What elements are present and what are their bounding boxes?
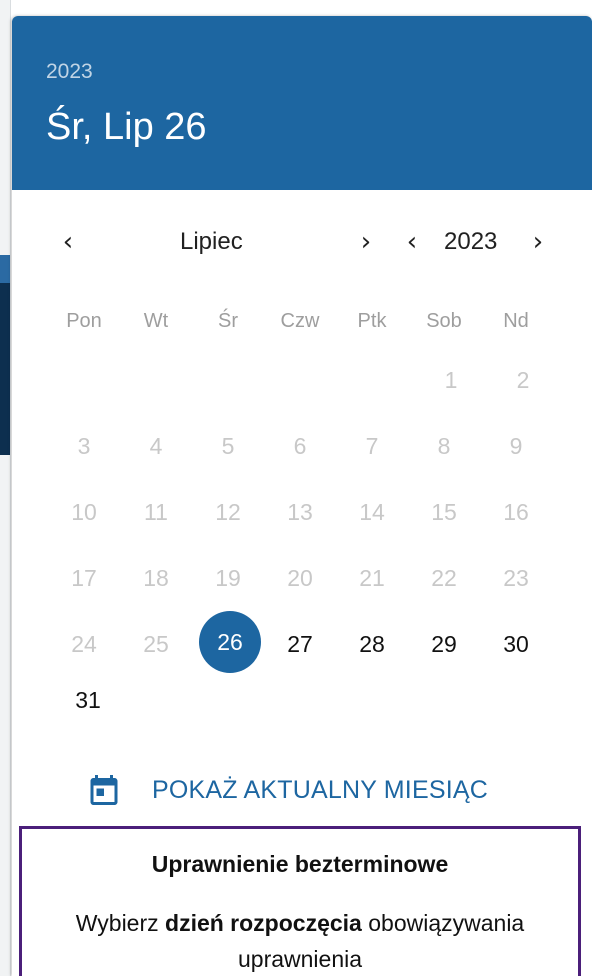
weekday-header: Nd — [503, 310, 529, 332]
calendar-day-disabled: 18 — [143, 564, 169, 591]
calendar-day[interactable]: 29 — [415, 615, 473, 673]
calendar-day-disabled: 7 — [365, 432, 379, 459]
calendar-day-disabled: 20 — [287, 564, 313, 591]
next-month-button[interactable]: › — [348, 224, 384, 260]
calendar-day-disabled: 12 — [215, 498, 241, 525]
calendar-day-disabled: 24 — [71, 630, 97, 657]
info-body: Wybierz dzień rozpoczęcia obowiązywania … — [32, 905, 568, 976]
chevron-left-icon: ‹ — [62, 227, 74, 257]
calendar-day-disabled: 21 — [359, 564, 385, 591]
info-title: Uprawnienie bezterminowe — [151, 851, 449, 877]
calendar-day-disabled: 15 — [431, 498, 457, 525]
chevron-left-icon: ‹ — [406, 227, 418, 257]
calendar-day-disabled: 14 — [359, 498, 385, 525]
calendar-day-disabled: 1 — [444, 366, 458, 393]
header-year[interactable]: 2023 — [46, 60, 93, 84]
header-selected-date[interactable]: Śr, Lip 26 — [46, 106, 207, 149]
info-body-bold: dzień rozpoczęcia — [165, 910, 362, 936]
calendar-icon — [90, 775, 118, 805]
weekday-header: Pon — [66, 310, 102, 332]
background-accent — [0, 255, 10, 283]
calendar-day-disabled: 16 — [503, 498, 529, 525]
calendar-day-disabled: 8 — [437, 432, 451, 459]
page: 2023 Śr, Lip 26 ‹ Lipiec › ‹ 2023 › Pon … — [0, 0, 592, 976]
calendar-day-disabled: 13 — [287, 498, 313, 525]
calendar-day[interactable]: 28 — [343, 615, 401, 673]
weekday-header: Sob — [426, 310, 462, 332]
permission-info-box: Uprawnienie bezterminowe Wybierz dzień r… — [19, 826, 581, 976]
calendar-day-disabled: 10 — [71, 498, 97, 525]
calendar-day-disabled: 17 — [71, 564, 97, 591]
calendar-day-disabled: 3 — [77, 432, 91, 459]
calendar-day-disabled: 2 — [516, 366, 530, 393]
background-panel — [0, 283, 10, 455]
calendar-day-disabled: 25 — [143, 630, 169, 657]
calendar-navigation: ‹ Lipiec › ‹ 2023 › — [12, 224, 592, 264]
background-page-edge — [0, 0, 11, 976]
weekday-header: Ptk — [357, 310, 387, 332]
weekday-header: Śr — [218, 310, 238, 332]
calendar-day-selected[interactable]: 26 — [199, 611, 261, 673]
year-label[interactable]: 2023 — [444, 228, 497, 256]
calendar-day-disabled: 5 — [221, 432, 235, 459]
next-year-button[interactable]: › — [520, 224, 556, 260]
date-picker-header: 2023 Śr, Lip 26 — [12, 16, 592, 190]
chevron-right-icon: › — [532, 227, 544, 257]
calendar-day[interactable]: 30 — [487, 615, 545, 673]
month-label[interactable]: Lipiec — [180, 228, 243, 256]
calendar-day-disabled: 23 — [503, 564, 529, 591]
calendar-day-disabled: 11 — [144, 498, 168, 525]
info-body-prefix: Wybierz — [75, 910, 166, 936]
weekday-header: Czw — [280, 310, 320, 332]
prev-month-button[interactable]: ‹ — [50, 224, 86, 260]
calendar-day[interactable]: 31 — [59, 671, 117, 729]
calendar-day-disabled: 9 — [509, 432, 523, 459]
show-current-month-label: POKAŻ AKTUALNY MIESIĄC — [152, 775, 488, 804]
show-current-month-button[interactable]: POKAŻ AKTUALNY MIESIĄC — [86, 764, 488, 816]
chevron-right-icon: › — [360, 227, 372, 257]
calendar-day-disabled: 19 — [215, 564, 241, 591]
calendar-day-disabled: 22 — [431, 564, 457, 591]
prev-year-button[interactable]: ‹ — [394, 224, 430, 260]
calendar-day-disabled: 4 — [149, 432, 163, 459]
calendar-day[interactable]: 27 — [271, 615, 329, 673]
weekday-header: Wt — [143, 310, 169, 332]
calendar-day-disabled: 6 — [293, 432, 307, 459]
